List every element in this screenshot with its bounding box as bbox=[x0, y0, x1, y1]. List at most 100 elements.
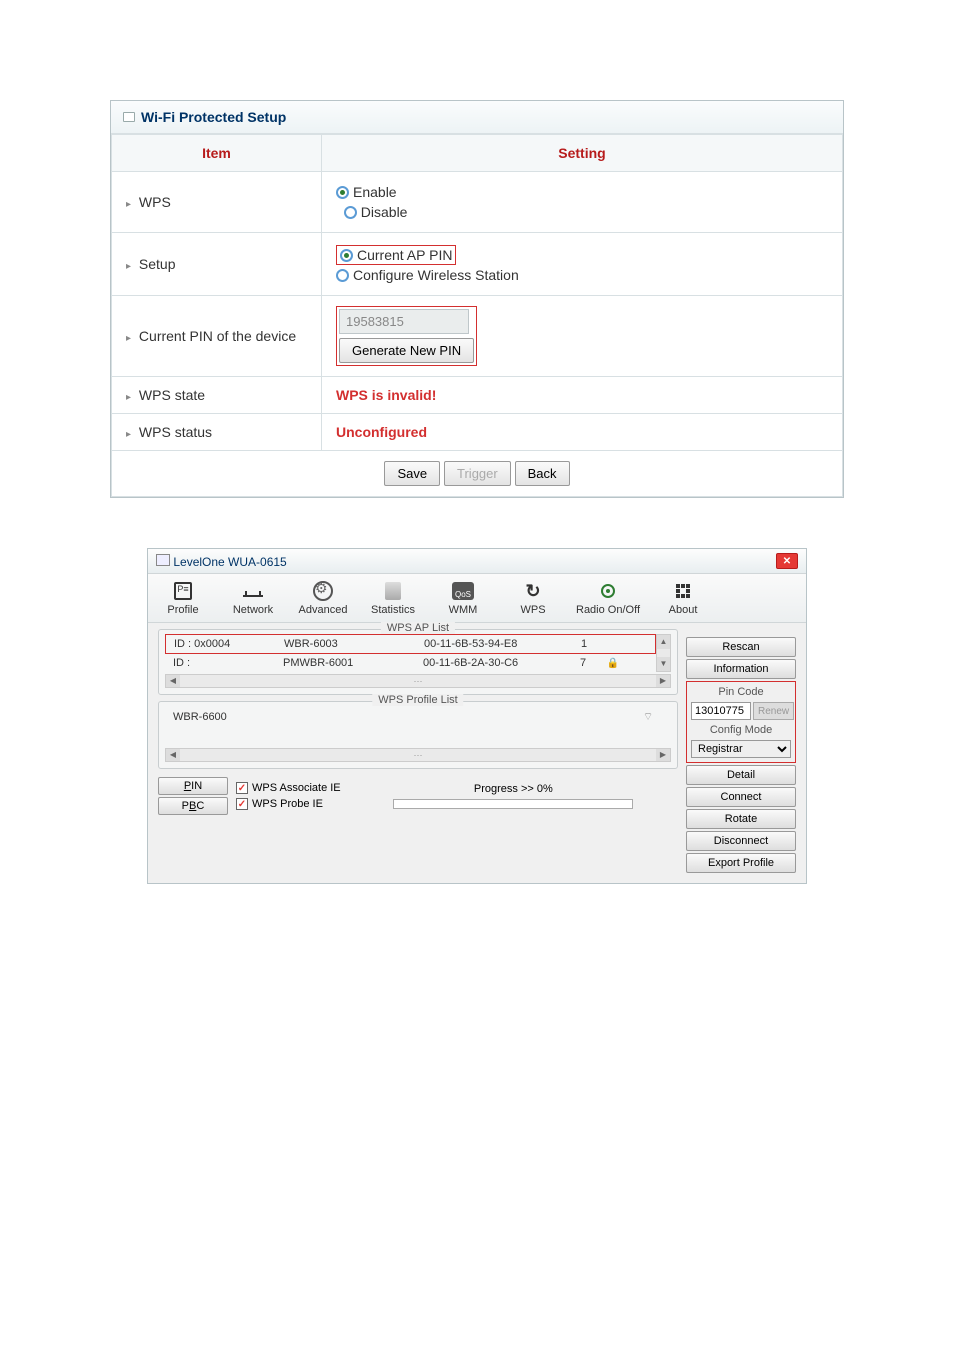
radio-icon bbox=[601, 584, 615, 598]
config-mode-label: Config Mode bbox=[691, 724, 791, 736]
profile-icon bbox=[174, 582, 192, 600]
connect-button[interactable]: Connect bbox=[686, 787, 796, 807]
arrow-icon: ▸ bbox=[126, 261, 131, 272]
radio-checked-icon bbox=[336, 186, 349, 199]
button-row: Save Trigger Back bbox=[112, 451, 843, 497]
checkbox-checked-icon bbox=[236, 798, 248, 810]
wps-ap-list-label: WPS AP List bbox=[381, 622, 455, 634]
network-icon bbox=[243, 585, 263, 597]
pin-code-input[interactable] bbox=[691, 702, 751, 720]
panel-header: Wi-Fi Protected Setup bbox=[111, 101, 843, 134]
scroll-left-icon[interactable]: ◀ bbox=[166, 749, 180, 761]
toolbar: Profile Network Advanced Statistics QoS … bbox=[148, 574, 806, 623]
wps-profile-list-label: WPS Profile List bbox=[372, 694, 463, 706]
titlebar: LevelOne WUA-0615 ✕ bbox=[148, 549, 806, 574]
row-wps-state-label: ▸ WPS state bbox=[112, 377, 322, 414]
progress-label: Progress >> 0% bbox=[474, 783, 553, 795]
checkbox-checked-icon bbox=[236, 782, 248, 794]
gear-icon bbox=[313, 581, 333, 601]
radio-empty-icon bbox=[344, 206, 357, 219]
row-wps-state-value: WPS is invalid! bbox=[322, 377, 843, 414]
ap-list-row[interactable]: ID : PMWBR-6001 00-11-6B-2A-30-C6 7 🔒 bbox=[165, 654, 656, 672]
toolbar-about[interactable]: About bbox=[648, 578, 718, 618]
toolbar-network[interactable]: Network bbox=[218, 578, 288, 618]
app-window: LevelOne WUA-0615 ✕ Profile Network Adva… bbox=[147, 548, 807, 884]
scrollbar-horizontal[interactable]: ◀ ⋯ ▶ bbox=[165, 674, 671, 688]
config-mode-select[interactable]: Registrar bbox=[691, 740, 791, 758]
side-panel: Rescan Information Pin Code Renew Config… bbox=[686, 629, 796, 873]
signal-icon: ⌔ bbox=[633, 710, 663, 724]
about-icon bbox=[676, 584, 690, 598]
wps-probe-checkbox[interactable]: WPS Probe IE bbox=[236, 798, 341, 810]
toolbar-profile[interactable]: Profile bbox=[148, 578, 218, 618]
rescan-button[interactable]: Rescan bbox=[686, 637, 796, 657]
radio-disable[interactable]: Disable bbox=[344, 204, 408, 220]
pin-highlight-box: Generate New PIN bbox=[336, 306, 477, 366]
generate-pin-button[interactable]: Generate New PIN bbox=[339, 338, 474, 363]
wps-icon: ↻ bbox=[525, 581, 540, 602]
export-profile-button[interactable]: Export Profile bbox=[686, 853, 796, 873]
save-button[interactable]: Save bbox=[384, 461, 440, 486]
pin-button[interactable]: PIN bbox=[158, 777, 228, 795]
wps-settings-panel: Wi-Fi Protected Setup Item Setting ▸ WPS… bbox=[110, 100, 844, 498]
wmm-icon: QoS bbox=[452, 582, 474, 600]
radio-configure-station[interactable]: Configure Wireless Station bbox=[336, 267, 828, 283]
ap-list-row-selected[interactable]: ID : 0x0004 WBR-6003 00-11-6B-53-94-E8 1 bbox=[165, 634, 656, 654]
detail-button[interactable]: Detail bbox=[686, 765, 796, 785]
wps-ap-list-fieldset: WPS AP List ID : 0x0004 WBR-6003 00-11-6… bbox=[158, 629, 678, 695]
current-ap-pin-highlight: Current AP PIN bbox=[336, 245, 456, 265]
trigger-button: Trigger bbox=[444, 461, 511, 486]
scroll-right-icon[interactable]: ▶ bbox=[656, 675, 670, 687]
pin-input[interactable] bbox=[339, 309, 469, 334]
rotate-button[interactable]: Rotate bbox=[686, 809, 796, 829]
scroll-up-icon[interactable]: ▲ bbox=[657, 635, 670, 649]
pbc-button[interactable]: PBC bbox=[158, 797, 228, 815]
pin-code-fieldset: Pin Code Renew Config Mode Registrar bbox=[686, 681, 796, 763]
row-setup-label: ▸ Setup bbox=[112, 233, 322, 296]
toolbar-wmm[interactable]: QoS WMM bbox=[428, 578, 498, 618]
arrow-icon: ▸ bbox=[126, 199, 131, 210]
back-button[interactable]: Back bbox=[515, 461, 570, 486]
radio-empty-icon bbox=[336, 269, 349, 282]
row-current-pin-label: ▸ Current PIN of the device bbox=[112, 296, 322, 377]
col-setting: Setting bbox=[322, 135, 843, 172]
row-current-pin-setting: Generate New PIN bbox=[322, 296, 843, 377]
row-wps-label: ▸ WPS bbox=[112, 172, 322, 233]
arrow-icon: ▸ bbox=[126, 333, 131, 344]
renew-button[interactable]: Renew bbox=[753, 702, 794, 720]
bottom-controls: PIN PBC WPS Associate IE WPS Probe IE bbox=[158, 775, 678, 817]
lock-icon: 🔒 bbox=[607, 658, 619, 669]
toolbar-radio[interactable]: Radio On/Off bbox=[568, 578, 648, 618]
radio-checked-icon[interactable] bbox=[340, 249, 353, 262]
close-button[interactable]: ✕ bbox=[776, 553, 798, 569]
radio-enable[interactable]: Enable bbox=[336, 184, 828, 200]
information-button[interactable]: Information bbox=[686, 659, 796, 679]
scroll-left-icon[interactable]: ◀ bbox=[166, 675, 180, 687]
arrow-icon: ▸ bbox=[126, 392, 131, 403]
row-setup-setting: Current AP PIN Configure Wireless Statio… bbox=[322, 233, 843, 296]
toolbar-advanced[interactable]: Advanced bbox=[288, 578, 358, 618]
col-item: Item bbox=[112, 135, 322, 172]
row-wps-status-value: Unconfigured bbox=[322, 414, 843, 451]
row-wps-status-label: ▸ WPS status bbox=[112, 414, 322, 451]
wps-associate-checkbox[interactable]: WPS Associate IE bbox=[236, 782, 341, 794]
toolbar-wps[interactable]: ↻ WPS bbox=[498, 578, 568, 618]
disconnect-button[interactable]: Disconnect bbox=[686, 831, 796, 851]
app-icon bbox=[156, 554, 170, 566]
progress-bar bbox=[393, 799, 633, 809]
scroll-down-icon[interactable]: ▼ bbox=[657, 657, 670, 671]
wps-table: Item Setting ▸ WPS Enable Disable bbox=[111, 134, 843, 497]
scrollbar-horizontal[interactable]: ◀ ⋯ ▶ bbox=[165, 748, 671, 762]
toolbar-statistics[interactable]: Statistics bbox=[358, 578, 428, 618]
scrollbar-vertical[interactable]: ▲ ▼ bbox=[656, 634, 671, 672]
window-icon bbox=[123, 112, 135, 122]
app-title: LevelOne WUA-0615 bbox=[173, 555, 286, 569]
pin-code-label: Pin Code bbox=[691, 686, 791, 698]
wps-profile-list-fieldset: WPS Profile List WBR-6600 ⌔ ◀ ⋯ ▶ bbox=[158, 701, 678, 769]
panel-title: Wi-Fi Protected Setup bbox=[141, 109, 286, 125]
row-wps-setting: Enable Disable bbox=[322, 172, 843, 233]
statistics-icon bbox=[385, 582, 401, 600]
arrow-icon: ▸ bbox=[126, 429, 131, 440]
profile-list-row[interactable]: WBR-6600 ⌔ bbox=[165, 706, 671, 728]
scroll-right-icon[interactable]: ▶ bbox=[656, 749, 670, 761]
